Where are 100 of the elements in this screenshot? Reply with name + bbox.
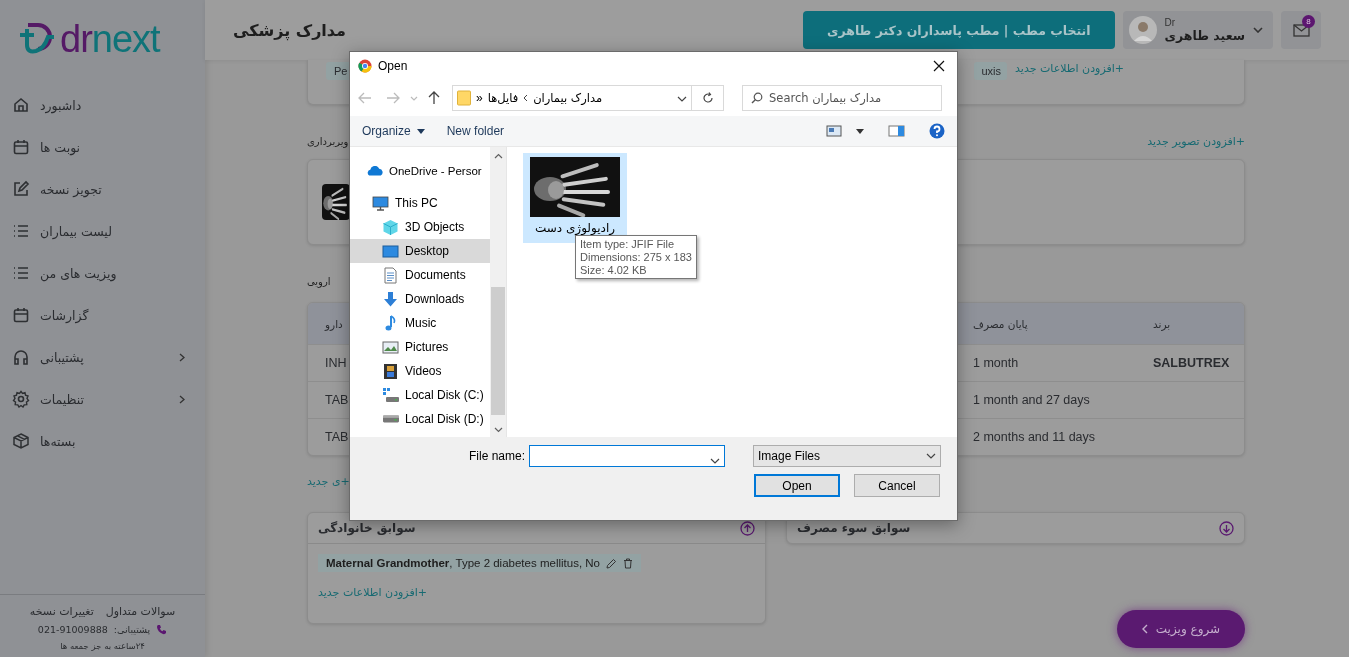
nav-item[interactable]: Local Disk (D:) (350, 407, 490, 431)
menu-item[interactable]: گزارشات (40, 307, 89, 323)
calendar-icon (12, 138, 30, 156)
chevron-icon (1141, 624, 1148, 634)
support-hours: ۲۴ساعته به جز جمعه ها (60, 641, 145, 651)
scroll-up-icon[interactable] (493, 153, 503, 159)
organize-menu[interactable]: Organize (358, 122, 429, 140)
logo-icon (18, 22, 56, 56)
dialog-title: Open (378, 59, 408, 73)
dropdown-icon[interactable] (856, 128, 864, 134)
pencil-icon[interactable] (606, 557, 617, 569)
cloud-icon (366, 166, 383, 176)
footer-link[interactable]: تغییرات نسخه (29, 605, 94, 618)
nav-item[interactable]: 3D Objects (350, 215, 490, 239)
list-icon (12, 264, 30, 282)
close-icon (933, 60, 945, 72)
scrollbar[interactable] (490, 147, 506, 437)
trash-icon[interactable] (623, 557, 633, 569)
menu-item[interactable]: تجویز نسخه (40, 181, 102, 197)
scroll-down-icon[interactable] (493, 427, 503, 433)
table-cell: TAB (325, 430, 349, 444)
monitor-icon (372, 194, 389, 212)
support-label: :پشتیبانی (113, 624, 151, 635)
section-title: ویربرداری (307, 135, 349, 147)
cube-icon (382, 218, 399, 236)
chevron-icon (1253, 27, 1263, 33)
phone-icon (156, 624, 168, 635)
nav-item[interactable]: Local Disk (C:) (350, 383, 490, 407)
dropdown-icon[interactable] (926, 453, 936, 459)
search-icon (751, 92, 763, 104)
help-icon[interactable] (929, 123, 945, 139)
nav-item[interactable]: Music (350, 311, 490, 335)
collapse-icon[interactable] (740, 520, 755, 536)
refresh-button[interactable] (692, 85, 724, 111)
tooltip-line: Dimensions: 275 x 183 (580, 251, 692, 263)
path-segment[interactable]: فایل‌ها (487, 91, 519, 105)
headphones-icon (12, 348, 30, 366)
tag: uxis (973, 62, 1008, 80)
file-name-field[interactable] (529, 445, 725, 467)
user-name: سعید طاهری (1164, 28, 1245, 43)
open-button[interactable]: Open (754, 474, 840, 497)
menu-item[interactable]: نوبت ها (40, 139, 81, 155)
table-cell: 1 month and 27 days (973, 393, 1090, 407)
drive-icon (382, 415, 399, 423)
preview-pane-icon[interactable] (888, 125, 905, 137)
caret-icon (416, 128, 425, 134)
column-header: برند (1153, 317, 1171, 330)
menu-item[interactable]: پشتیبانی (40, 349, 84, 365)
path-segment[interactable]: مدارک بیماران (533, 91, 603, 105)
expand-icon[interactable] (1219, 520, 1234, 536)
support-phone: 021-91009888 (37, 624, 108, 635)
nav-item[interactable]: Desktop (350, 239, 490, 263)
calendar-icon (12, 306, 30, 324)
dropdown-icon[interactable] (710, 458, 720, 464)
view-icon[interactable] (826, 125, 842, 137)
cancel-button[interactable]: Cancel (854, 474, 940, 497)
mail-button[interactable]: 8 (1281, 11, 1321, 49)
dropdown-icon[interactable] (677, 96, 687, 102)
nav-item[interactable]: Downloads (350, 287, 490, 311)
table-cell: SALBUTREX (1153, 356, 1230, 370)
film-icon (382, 362, 399, 380)
logo-text: drnext (60, 20, 160, 58)
menu-item[interactable]: لیست بیماران (40, 223, 112, 239)
table-cell: 1 month (973, 356, 1019, 370)
table-cell: INH (325, 356, 347, 370)
nav-item[interactable]: Pictures (350, 335, 490, 359)
address-bar[interactable]: مدارک بیماران فایل‌ها » (452, 85, 692, 111)
section-title: ارویی (307, 275, 331, 287)
menu-item[interactable]: داشبورد (40, 97, 82, 113)
drive-icon (382, 386, 399, 404)
nav-item[interactable]: Documents (350, 263, 490, 287)
refresh-icon (701, 92, 714, 104)
footer-link[interactable]: سوالات متداول (105, 605, 176, 618)
pictures-icon (382, 340, 399, 354)
file-name-label: File name: (468, 449, 525, 463)
nav-item[interactable]: OneDrive - Persor (350, 159, 490, 183)
menu-item[interactable]: تنظیمات (40, 391, 85, 407)
folder-icon (457, 90, 471, 106)
browser-icon (358, 59, 372, 73)
search-field[interactable]: Search مدارک بیماران (742, 85, 942, 111)
desktop-icon (382, 244, 399, 258)
menu-item[interactable]: بسته‌ها (40, 433, 76, 449)
chevron-icon (523, 94, 529, 102)
mail-icon (1292, 23, 1310, 37)
path-overflow[interactable]: » (476, 91, 483, 105)
notification-badge: 8 (1302, 15, 1315, 28)
section-title: سوابق خانوادگی (318, 521, 416, 535)
file-type-select[interactable]: Image Files (753, 445, 941, 467)
table-cell: 2 months and 11 days (973, 430, 1096, 444)
user-title: Dr (1164, 17, 1177, 28)
menu-item[interactable]: ویزیت های من (40, 265, 117, 281)
start-visit-button[interactable]: شروع ویزیت (1117, 610, 1245, 648)
history-entry: Maternal Grandmother, Type 2 diabetes mellitus, No (326, 557, 600, 569)
up-arrow-icon[interactable] (428, 91, 440, 105)
page-title: مدارک پزشکی (233, 20, 346, 40)
nav-item[interactable]: Videos (350, 359, 490, 383)
column-header: دارو (325, 317, 343, 330)
new-folder-button[interactable]: New folder (442, 122, 509, 140)
nav-item[interactable]: This PC (350, 191, 490, 215)
table-cell: TAB (325, 393, 349, 407)
